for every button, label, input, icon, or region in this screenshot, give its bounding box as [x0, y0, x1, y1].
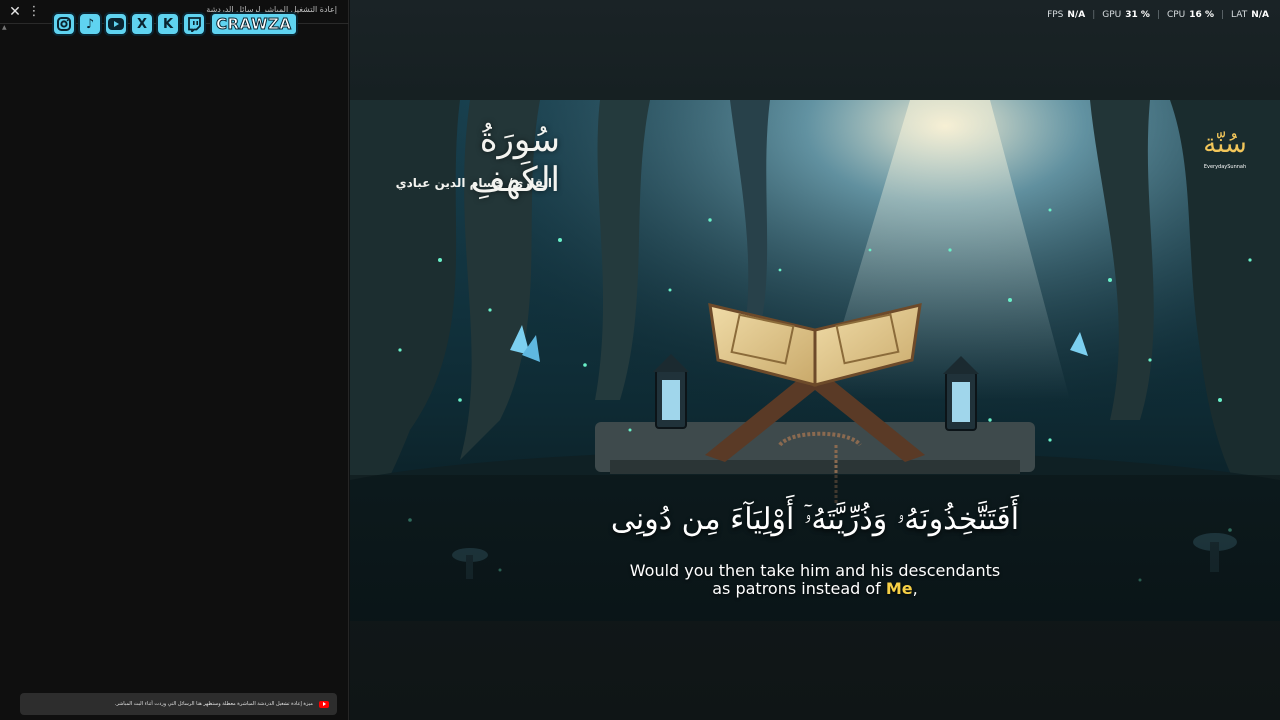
gpu-label: GPU: [1102, 10, 1122, 20]
tiktok-icon[interactable]: ♪: [78, 12, 102, 36]
live-chat-panel: ✕ ⋮ إعادة التشغيل المباشر لرسائل الدردشة…: [0, 0, 349, 720]
gpu-value: 31 %: [1125, 10, 1150, 20]
kick-icon[interactable]: K: [156, 12, 180, 36]
video-stage: FPS N/A | GPU 31 % | CPU 16 % | LAT N/A: [350, 0, 1280, 720]
more-vert-icon[interactable]: ⋮: [27, 3, 41, 21]
chat-replay-notice: ميزة إعادة تشغيل الدردشة المباشرة معطلة …: [20, 693, 337, 715]
caption-band: [350, 475, 1280, 621]
close-icon[interactable]: ✕: [6, 3, 24, 21]
translation-line-2: as patrons instead of Me,: [350, 580, 1280, 598]
brand-name: CRAWZA: [210, 12, 298, 36]
logo-mark: سُنّة: [1203, 129, 1247, 159]
youtube-icon: [319, 700, 329, 708]
translation-line-2-text: as patrons instead of: [712, 579, 886, 598]
youtube-icon[interactable]: [104, 12, 128, 36]
lat-value: N/A: [1251, 10, 1269, 20]
scroll-up-icon[interactable]: ▲: [2, 25, 8, 31]
ayah-text: أَفَتَتَّخِذُونَهُۥ وَذُرِّيَّتَهُۥٓ أَو…: [610, 502, 1020, 537]
separator: |: [1220, 10, 1225, 20]
separator: |: [1092, 10, 1096, 20]
logo-text: EverydaySunnah: [1203, 164, 1247, 170]
translation-highlight: Me: [885, 579, 913, 598]
performance-overlay: FPS N/A | GPU 31 % | CPU 16 % | LAT N/A: [1047, 10, 1269, 20]
cpu-label: CPU: [1166, 10, 1186, 20]
notice-text: ميزة إعادة تشغيل الدردشة المباشرة معطلة …: [114, 701, 313, 707]
translation-text: Would you then take him and his descenda…: [350, 562, 1280, 598]
translation-line-2-end: ,: [912, 579, 918, 598]
reciter-name: القارئ/ حسام الدين عبادي: [395, 176, 552, 190]
translation-line-1: Would you then take him and his descenda…: [629, 561, 1001, 580]
channel-logo: سُنّة EverydaySunnah: [1200, 122, 1250, 170]
fps-label: FPS: [1047, 10, 1064, 20]
x-icon[interactable]: X: [130, 12, 154, 36]
video-player[interactable]: سُورَةُ الكَهفِ القارئ/ حسام الدين عبادي…: [350, 100, 1280, 621]
twitch-icon[interactable]: [182, 12, 206, 36]
instagram-icon[interactable]: [52, 12, 76, 36]
lat-label: LAT: [1231, 10, 1248, 20]
app-window: ✕ ⋮ إعادة التشغيل المباشر لرسائل الدردشة…: [0, 0, 1280, 720]
social-banner: ♪ X K CRAWZA: [52, 11, 298, 37]
cpu-value: 16 %: [1189, 10, 1214, 20]
fps-value: N/A: [1067, 10, 1086, 20]
separator: |: [1156, 10, 1160, 20]
